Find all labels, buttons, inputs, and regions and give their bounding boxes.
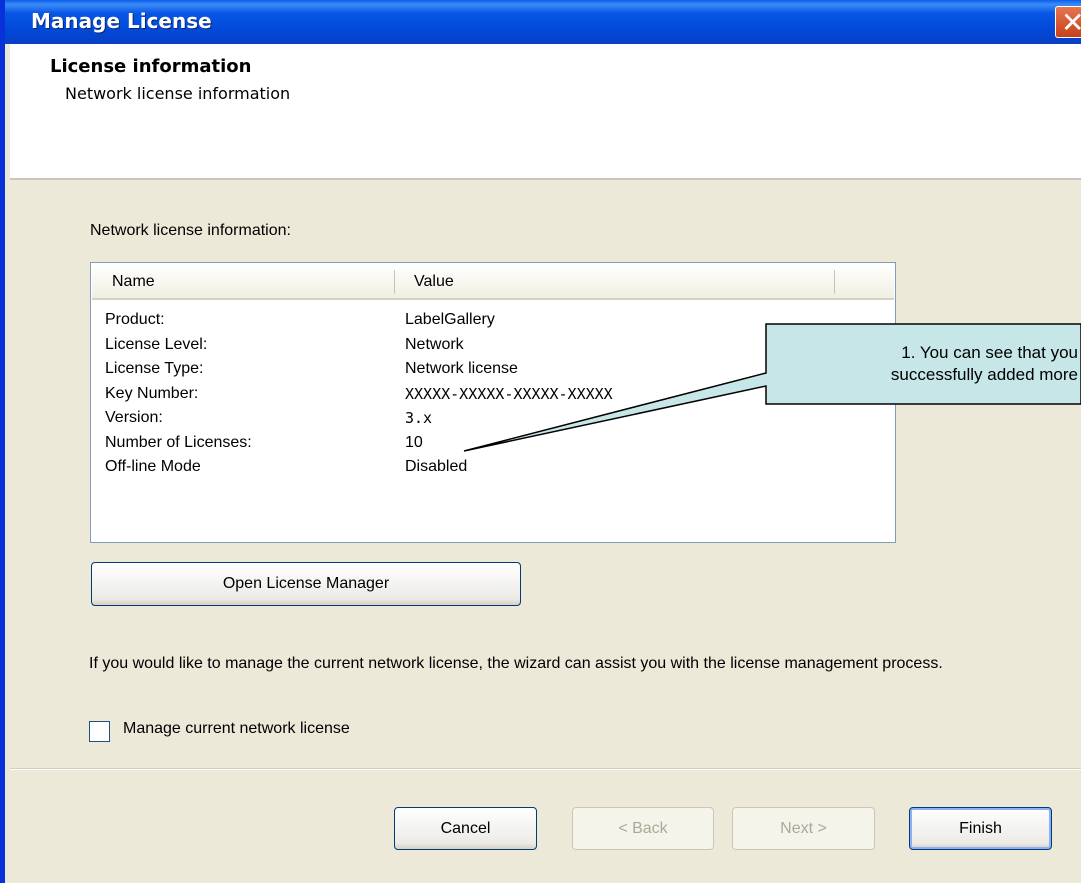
column-separator[interactable] bbox=[394, 270, 395, 294]
row-name: Off-line Mode bbox=[105, 458, 201, 475]
callout-text: 1. You can see that you successfully add… bbox=[766, 342, 1081, 386]
row-name: Key Number: bbox=[105, 384, 199, 402]
license-info-list[interactable]: Name Value Product: LabelGallery License… bbox=[90, 262, 896, 543]
close-button[interactable]: ✕ bbox=[1055, 6, 1081, 39]
window-title: Manage License bbox=[31, 9, 212, 33]
column-header-value[interactable]: Value bbox=[414, 264, 454, 298]
cancel-button[interactable]: Cancel bbox=[394, 807, 537, 850]
close-icon: ✕ bbox=[1061, 6, 1081, 39]
row-value: Network bbox=[405, 335, 464, 353]
list-row-number-of-licenses[interactable]: Number of Licenses: 10 bbox=[105, 434, 885, 459]
footer-divider bbox=[10, 768, 1081, 770]
description-text: If you would like to manage the current … bbox=[89, 655, 943, 672]
list-row-key-number[interactable]: Key Number: XXXXX-XXXXX-XXXXX-XXXXX bbox=[105, 385, 885, 410]
row-name: Number of Licenses: bbox=[105, 433, 252, 451]
next-button[interactable]: Next > bbox=[732, 807, 875, 850]
manage-license-checkbox[interactable] bbox=[89, 721, 110, 742]
header-subtitle: Network license information bbox=[65, 84, 291, 103]
finish-button[interactable]: Finish bbox=[909, 807, 1052, 850]
callout-line-1: 1. You can see that you bbox=[901, 343, 1078, 362]
list-rows: Product: LabelGallery License Level: Net… bbox=[105, 311, 885, 483]
title-bar[interactable]: Manage License ✕ bbox=[5, 0, 1081, 44]
row-value: 3.x bbox=[405, 409, 433, 427]
list-header: Name Value bbox=[92, 264, 894, 300]
row-value: XXXXX-XXXXX-XXXXX-XXXXX bbox=[405, 384, 613, 403]
open-license-manager-button[interactable]: Open License Manager bbox=[91, 562, 521, 606]
list-row-version[interactable]: Version: 3.x bbox=[105, 409, 885, 434]
list-row-offline-mode[interactable]: Off-line Mode Disabled bbox=[105, 458, 885, 483]
row-value: LabelGallery bbox=[405, 311, 495, 328]
manage-license-checkbox-label[interactable]: Manage current network license bbox=[123, 720, 350, 738]
manage-license-window: Manage License ✕ License information Net… bbox=[0, 0, 1081, 883]
row-value: 10 bbox=[405, 433, 423, 451]
column-separator[interactable] bbox=[834, 270, 835, 294]
back-button[interactable]: < Back bbox=[572, 807, 714, 850]
row-value: Disabled bbox=[405, 458, 468, 475]
row-name: Version: bbox=[105, 409, 163, 426]
header-title: License information bbox=[50, 56, 252, 77]
row-value: Network license bbox=[405, 360, 518, 377]
row-name: License Level: bbox=[105, 335, 208, 353]
row-name: License Type: bbox=[105, 360, 204, 377]
column-header-name[interactable]: Name bbox=[112, 264, 155, 298]
callout-line-2: successfully added more bbox=[890, 365, 1078, 384]
row-name: Product: bbox=[105, 311, 165, 328]
list-row-product[interactable]: Product: LabelGallery bbox=[105, 311, 885, 336]
network-license-info-label: Network license information: bbox=[90, 222, 291, 239]
